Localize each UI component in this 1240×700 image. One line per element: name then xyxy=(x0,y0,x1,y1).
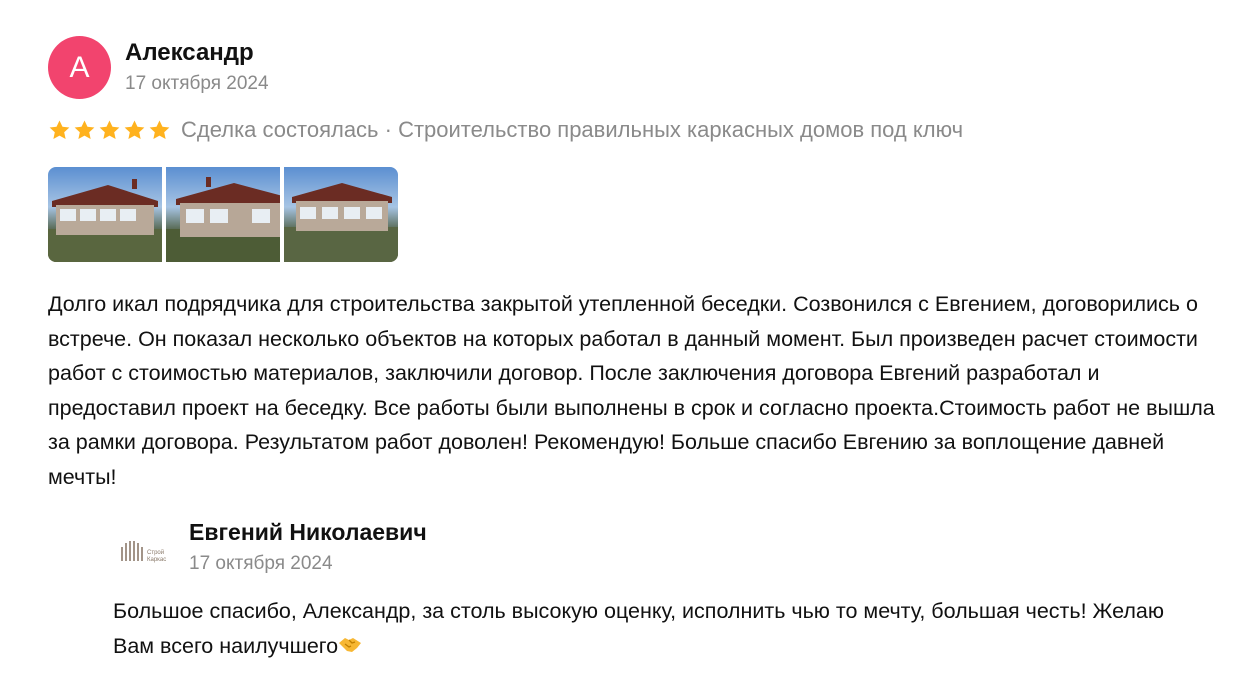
star-rating xyxy=(48,119,171,142)
review-date: 17 октября 2024 xyxy=(125,73,269,94)
reviewer-name[interactable]: Александр xyxy=(125,39,254,67)
review-photo[interactable] xyxy=(284,167,398,262)
rating-row: Сделка состоялась · Строительство правил… xyxy=(48,117,963,143)
reply-date: 17 октября 2024 xyxy=(189,553,333,574)
logo-text-line1: Строй xyxy=(147,549,164,556)
star-icon xyxy=(99,119,120,139)
company-logo[interactable]: Строй Каркас xyxy=(116,525,176,573)
reply-text-body: Большое спасибо, Александр, за столь выс… xyxy=(113,599,1165,658)
reply-text: Большое спасибо, Александр, за столь выс… xyxy=(113,594,1203,663)
handshake-icon xyxy=(339,637,362,652)
avatar-letter: А xyxy=(69,50,90,84)
star-icon xyxy=(124,119,145,139)
star-icon xyxy=(49,119,70,139)
star-icon xyxy=(149,119,170,139)
review-meta: Сделка состоялась · Строительство правил… xyxy=(181,117,964,142)
photo-gallery xyxy=(48,167,398,262)
logo-text-line2: Каркас xyxy=(147,557,166,563)
review-photo[interactable] xyxy=(166,167,280,262)
review-photo[interactable] xyxy=(48,167,162,262)
review-text: Долго икал подрядчика для строительства … xyxy=(48,292,1215,489)
reply-author-name[interactable]: Евгений Николаевич xyxy=(189,519,427,546)
reviewer-avatar[interactable]: А xyxy=(48,36,111,99)
star-icon xyxy=(74,119,95,139)
